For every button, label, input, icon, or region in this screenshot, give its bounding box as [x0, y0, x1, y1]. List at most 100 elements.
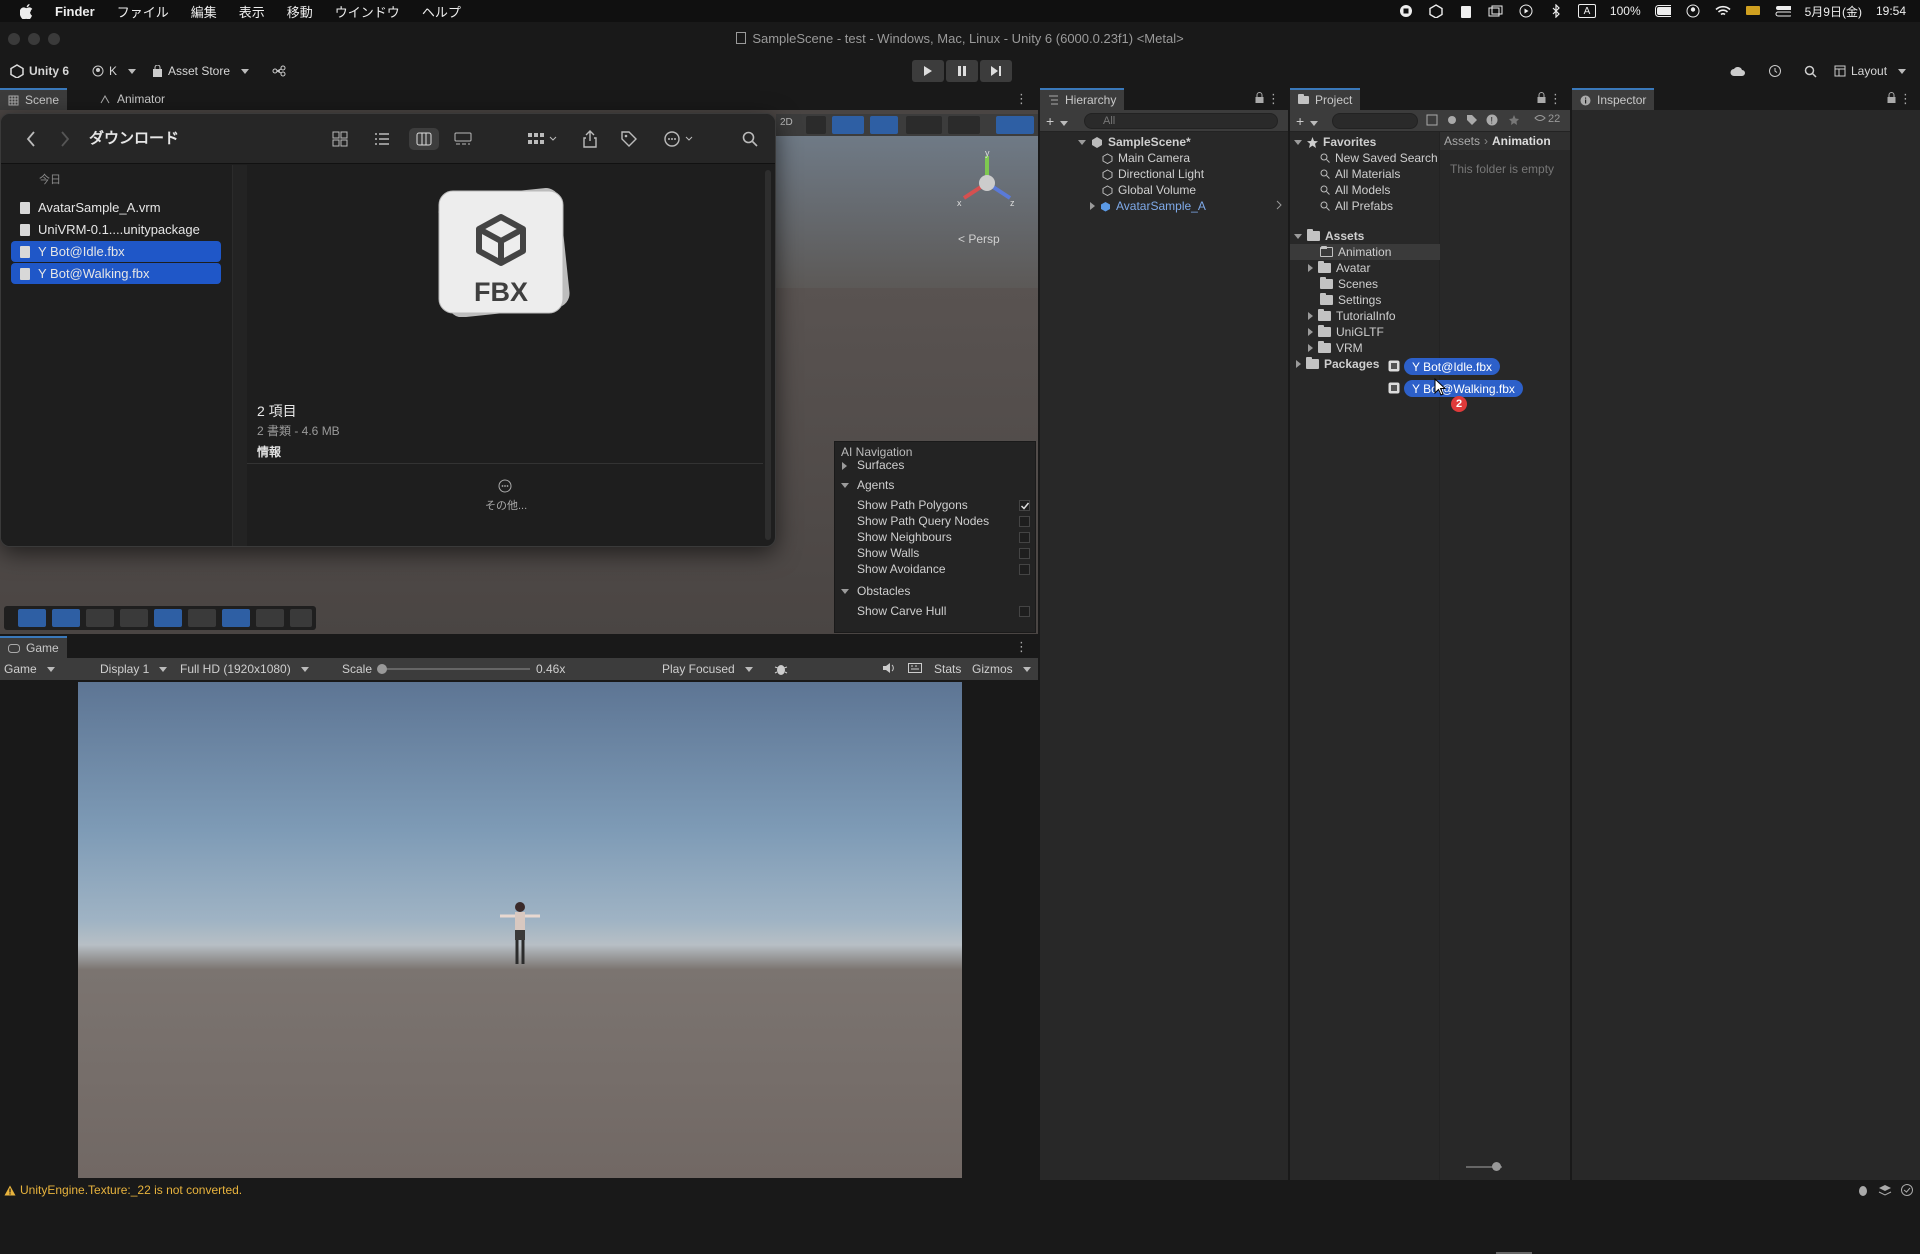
effects-toggle-icon[interactable] — [832, 116, 864, 134]
battery-icon[interactable] — [1654, 4, 1671, 18]
group-dropdown-icon[interactable] — [525, 128, 561, 150]
display-icon[interactable] — [1745, 4, 1761, 18]
hierarchy-item-prefab[interactable]: AvatarSample_A — [1090, 198, 1206, 214]
tab-project[interactable]: Project — [1290, 88, 1361, 110]
record-icon[interactable] — [1398, 4, 1414, 18]
debug-icon[interactable] — [1856, 1183, 1870, 1197]
lock-icon[interactable] — [1887, 92, 1896, 103]
nav-surfaces[interactable]: Surfaces — [857, 458, 904, 472]
lock-icon[interactable] — [1255, 92, 1264, 103]
agents-expand-icon[interactable] — [841, 483, 849, 488]
menu-go[interactable]: 移動 — [287, 2, 313, 21]
pause-button[interactable] — [946, 60, 978, 82]
visibility-toggle-icon[interactable] — [870, 116, 898, 134]
cloud-icon[interactable] — [1724, 60, 1752, 82]
lighting-toggle-icon[interactable] — [806, 116, 826, 134]
file-item-selected[interactable]: Y Bot@Walking.fbx — [11, 263, 221, 284]
show-walls-checkbox[interactable] — [1019, 548, 1030, 559]
zoom-window-button[interactable] — [48, 33, 60, 45]
preview-scrollbar[interactable] — [765, 170, 771, 540]
status-message[interactable]: UnityEngine.Texture:_22 is not converted… — [20, 1183, 242, 1197]
persp-label[interactable]: < Persp — [958, 232, 1000, 246]
hidden-count[interactable]: 22 — [1534, 113, 1560, 125]
gallery-view-icon[interactable] — [453, 128, 473, 150]
menu-edit[interactable]: 編集 — [191, 2, 217, 21]
stats-button[interactable]: Stats — [934, 662, 961, 676]
scale-slider[interactable] — [377, 664, 530, 674]
show-avoidance-checkbox[interactable] — [1019, 564, 1030, 575]
column-resize-handle[interactable] — [233, 165, 247, 546]
play-button[interactable] — [912, 60, 944, 82]
progress-icon[interactable] — [1900, 1183, 1914, 1197]
hierarchy-item[interactable]: Main Camera — [1102, 150, 1190, 166]
file-item-selected[interactable]: Y Bot@Idle.fbx — [11, 241, 221, 262]
keyboard-icon[interactable] — [908, 663, 922, 673]
file-item[interactable]: AvatarSample_A.vrm — [11, 197, 221, 218]
compass-icon[interactable] — [290, 609, 312, 627]
scene-more-icon[interactable]: ⋮ — [1015, 91, 1028, 107]
tab-game[interactable]: Game — [0, 636, 67, 658]
surfaces-expand-icon[interactable] — [842, 462, 847, 470]
tag-icon[interactable] — [619, 128, 639, 150]
navmesh-icon[interactable] — [154, 609, 182, 627]
favorite-item[interactable]: All Prefabs — [1320, 198, 1393, 214]
tab-animator[interactable]: Animator — [92, 88, 173, 110]
unity-status-icon[interactable] — [1428, 4, 1444, 18]
layers-dropdown-icon[interactable] — [906, 116, 942, 134]
tab-hierarchy[interactable]: Hierarchy — [1040, 88, 1125, 110]
asset-folder[interactable]: Avatar — [1308, 260, 1370, 276]
game-viewport[interactable] — [78, 682, 962, 1178]
project-search-input[interactable] — [1332, 113, 1418, 129]
column-view-icon[interactable] — [409, 128, 439, 150]
gizmos-toggle-icon[interactable] — [996, 116, 1034, 134]
favorite-item[interactable]: All Materials — [1320, 166, 1400, 182]
assets-root-row[interactable]: Assets — [1294, 228, 1364, 244]
search-by-type-icon[interactable] — [1426, 114, 1438, 126]
game-mode-dropdown[interactable]: Game — [4, 662, 55, 676]
asset-folder-selected[interactable]: Animation — [1320, 244, 1391, 260]
inspector-more-icon[interactable]: ⋮ — [1899, 91, 1912, 107]
history-icon[interactable] — [1762, 60, 1788, 82]
favorite-item[interactable]: All Models — [1320, 182, 1390, 198]
favorite-item[interactable]: New Saved Search — [1320, 150, 1438, 166]
asset-store-dropdown[interactable]: Asset Store — [146, 60, 255, 82]
bluetooth-icon[interactable] — [1548, 4, 1564, 18]
asset-folder[interactable]: Settings — [1320, 292, 1381, 308]
gizmos-dropdown[interactable]: Gizmos — [972, 662, 1031, 676]
control-center-icon[interactable] — [1775, 4, 1791, 18]
hierarchy-item[interactable]: Global Volume — [1102, 182, 1196, 198]
layout-dropdown[interactable]: Layout — [1828, 60, 1912, 82]
hierarchy-search-input[interactable]: All — [1084, 113, 1278, 129]
favorite-star-icon[interactable] — [1508, 114, 1520, 126]
layers-icon[interactable] — [1878, 1183, 1892, 1197]
game-more-icon[interactable]: ⋮ — [1015, 639, 1028, 655]
asset-folder[interactable]: TutorialInfo — [1308, 308, 1396, 324]
mute-audio-icon[interactable] — [882, 662, 896, 674]
menu-window[interactable]: ウインドウ — [335, 2, 400, 21]
account-dropdown[interactable]: K — [86, 60, 142, 82]
more-icon[interactable] — [498, 479, 512, 493]
project-more-icon[interactable]: ⋮ — [1549, 91, 1562, 107]
back-icon[interactable] — [23, 128, 39, 150]
play-circle-icon[interactable] — [1518, 4, 1534, 18]
favorites-row[interactable]: Favorites — [1294, 134, 1376, 150]
scale-slider-thumb[interactable] — [377, 664, 387, 674]
move-tool-icon[interactable] — [18, 609, 46, 627]
more-button[interactable]: その他... — [485, 497, 527, 513]
share-icon[interactable] — [581, 128, 599, 150]
step-button[interactable] — [980, 60, 1012, 82]
show-neighbours-checkbox[interactable] — [1019, 532, 1030, 543]
transform-tool-icon[interactable] — [52, 609, 80, 627]
thumbnail-size-thumb[interactable] — [1492, 1162, 1501, 1171]
packages-row[interactable]: Packages — [1296, 356, 1379, 372]
apple-menu-icon[interactable] — [20, 3, 33, 19]
display-dropdown[interactable]: Display 1 — [100, 662, 167, 676]
shading-icon[interactable] — [120, 609, 148, 627]
icon-view-icon[interactable] — [331, 128, 349, 150]
hierarchy-more-icon[interactable]: ⋮ — [1267, 91, 1280, 107]
create-dropdown[interactable]: + — [1046, 113, 1068, 129]
user-icon[interactable] — [1685, 4, 1701, 18]
warning-filter-icon[interactable]: ! — [1486, 114, 1498, 126]
actions-dropdown-icon[interactable] — [661, 128, 697, 150]
asset-folder[interactable]: Scenes — [1320, 276, 1378, 292]
